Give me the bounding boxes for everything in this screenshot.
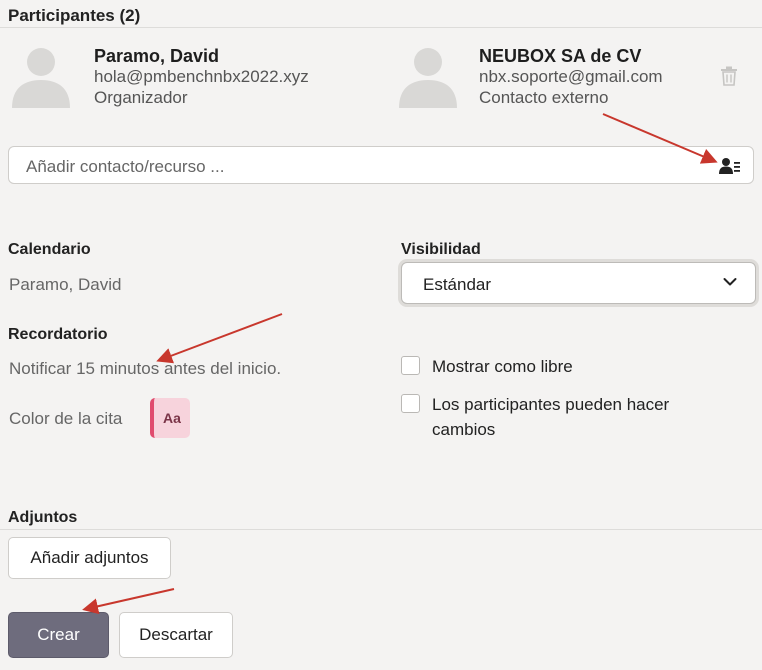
show-as-free-label[interactable]: Mostrar como libre — [432, 354, 573, 379]
participant-role: Organizador — [94, 88, 188, 107]
reminder-value[interactable]: Notificar 15 minutos antes del inicio. — [9, 359, 281, 379]
participant-email: hola@pmbenchnbx2022.xyz — [94, 67, 309, 86]
visibility-selected-value: Estándar — [423, 275, 492, 294]
participant-email: nbx.soporte@gmail.com — [479, 67, 663, 86]
show-as-free-checkbox[interactable] — [401, 356, 420, 375]
participants-divider — [0, 27, 762, 28]
create-button[interactable]: Crear — [8, 612, 109, 658]
reminder-label: Recordatorio — [8, 326, 108, 343]
avatar-icon — [12, 48, 70, 108]
participant-name: Paramo, David — [94, 46, 220, 66]
annotation-arrow — [156, 313, 283, 364]
add-contact-placeholder: Añadir contacto/recurso ... — [26, 157, 225, 176]
visibility-label: Visibilidad — [401, 241, 481, 258]
appointment-color-picker[interactable]: Aa — [150, 398, 190, 438]
avatar-icon — [399, 48, 457, 108]
color-label: Color de la cita — [9, 409, 123, 428]
discard-button[interactable]: Descartar — [119, 612, 233, 658]
trash-icon[interactable] — [720, 66, 738, 86]
attachments-divider — [0, 529, 762, 530]
add-attachments-button[interactable]: Añadir adjuntos — [8, 537, 171, 579]
calendar-label: Calendario — [8, 241, 91, 258]
annotation-arrow — [82, 588, 175, 615]
participant-role: Contacto externo — [479, 88, 609, 107]
participant-name: NEUBOX SA de CV — [479, 46, 642, 66]
add-contact-input[interactable]: Añadir contacto/recurso ... — [8, 146, 754, 184]
calendar-value: Paramo, David — [9, 275, 122, 294]
participants-can-modify-label-line2[interactable]: cambios — [432, 417, 495, 442]
visibility-select[interactable]: Estándar — [401, 262, 756, 304]
participants-title: Participantes (2) — [8, 6, 141, 25]
participants-can-modify-label-line1[interactable]: Los participantes pueden hacer — [432, 392, 669, 417]
chevron-down-icon — [723, 278, 737, 286]
participants-can-modify-checkbox[interactable] — [401, 394, 420, 413]
attachments-label: Adjuntos — [8, 509, 78, 526]
address-book-icon[interactable] — [719, 157, 741, 175]
